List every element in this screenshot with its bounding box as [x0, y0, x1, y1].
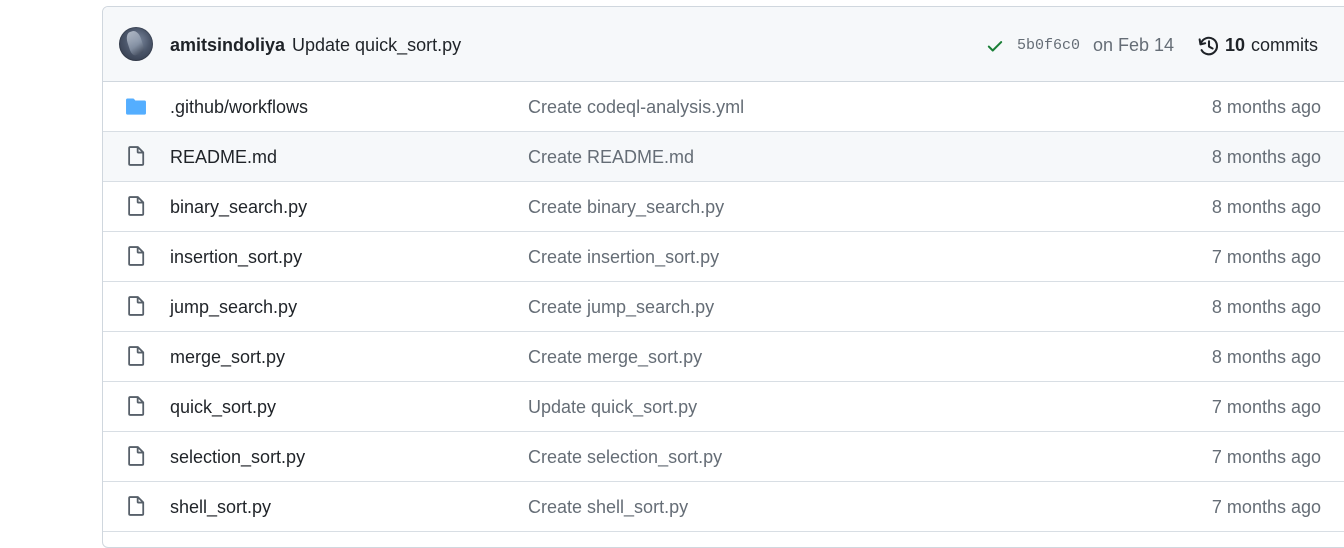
- file-row-github-workflows[interactable]: .github/workflows Create codeql-analysis…: [103, 82, 1344, 132]
- file-name-link[interactable]: merge_sort.py: [170, 347, 285, 368]
- repo-file-browser: amitsindoliya Update quick_sort.py 5b0f6…: [102, 6, 1344, 548]
- file-name-link[interactable]: insertion_sort.py: [170, 247, 302, 268]
- latest-commit-bar: amitsindoliya Update quick_sort.py 5b0f6…: [103, 7, 1344, 82]
- file-row-jump-search-py[interactable]: jump_search.py Create jump_search.py 8 m…: [103, 282, 1344, 332]
- file-last-updated: 7 months ago: [1211, 497, 1321, 517]
- file-commit-message-link[interactable]: Create jump_search.py: [528, 297, 714, 318]
- file-commit-message-link[interactable]: Update quick_sort.py: [528, 397, 697, 418]
- file-last-updated: 8 months ago: [1211, 347, 1321, 367]
- file-row-readme-md[interactable]: README.md Create README.md 8 months ago: [103, 132, 1344, 182]
- file-name-link[interactable]: .github/workflows: [170, 97, 308, 118]
- file-icon: [128, 196, 145, 216]
- file-last-updated: 7 months ago: [1211, 247, 1321, 267]
- file-commit-message-link[interactable]: Create merge_sort.py: [528, 347, 702, 368]
- file-row-binary-search-py[interactable]: binary_search.py Create binary_search.py…: [103, 182, 1344, 232]
- file-icon: [128, 496, 145, 516]
- file-last-updated: 7 months ago: [1211, 397, 1321, 417]
- file-last-updated: 8 months ago: [1211, 147, 1321, 167]
- commits-count-link[interactable]: 10: [1225, 35, 1245, 56]
- avatar[interactable]: [119, 27, 153, 61]
- check-icon[interactable]: [986, 37, 1004, 55]
- file-commit-message-link[interactable]: Create README.md: [528, 147, 694, 168]
- file-icon: [128, 346, 145, 366]
- file-name-link[interactable]: README.md: [170, 147, 277, 168]
- commits-label-link[interactable]: commits: [1251, 35, 1318, 56]
- file-commit-message-link[interactable]: Create selection_sort.py: [528, 447, 722, 468]
- commit-sha-link[interactable]: 5b0f6c0: [1017, 37, 1080, 54]
- file-name-link[interactable]: jump_search.py: [170, 297, 297, 318]
- file-last-updated: 8 months ago: [1211, 97, 1321, 117]
- file-icon: [128, 146, 145, 166]
- file-icon: [128, 396, 145, 416]
- file-icon: [128, 246, 145, 266]
- file-name-link[interactable]: binary_search.py: [170, 197, 307, 218]
- file-commit-message-link[interactable]: Create shell_sort.py: [528, 497, 688, 518]
- file-last-updated: 8 months ago: [1211, 297, 1321, 317]
- file-row-merge-sort-py[interactable]: merge_sort.py Create merge_sort.py 8 mon…: [103, 332, 1344, 382]
- file-last-updated: 7 months ago: [1211, 447, 1321, 467]
- file-commit-message-link[interactable]: Create codeql-analysis.yml: [528, 97, 744, 118]
- history-icon[interactable]: [1198, 35, 1220, 57]
- file-last-updated: 8 months ago: [1211, 197, 1321, 217]
- commit-message-link[interactable]: Update quick_sort.py: [292, 35, 461, 56]
- file-name-link[interactable]: shell_sort.py: [170, 497, 271, 518]
- commit-date: on Feb 14: [1093, 35, 1175, 55]
- file-row-insertion-sort-py[interactable]: insertion_sort.py Create insertion_sort.…: [103, 232, 1344, 282]
- file-row-selection-sort-py[interactable]: selection_sort.py Create selection_sort.…: [103, 432, 1344, 482]
- file-commit-message-link[interactable]: Create insertion_sort.py: [528, 247, 719, 268]
- file-name-link[interactable]: quick_sort.py: [170, 397, 276, 418]
- file-name-link[interactable]: selection_sort.py: [170, 447, 305, 468]
- file-list: .github/workflows Create codeql-analysis…: [103, 82, 1344, 532]
- commit-author-link[interactable]: amitsindoliya: [170, 35, 285, 56]
- file-row-quick-sort-py[interactable]: quick_sort.py Update quick_sort.py 7 mon…: [103, 382, 1344, 432]
- file-commit-message-link[interactable]: Create binary_search.py: [528, 197, 724, 218]
- folder-icon: [126, 98, 146, 115]
- file-icon: [128, 446, 145, 466]
- file-icon: [128, 296, 145, 316]
